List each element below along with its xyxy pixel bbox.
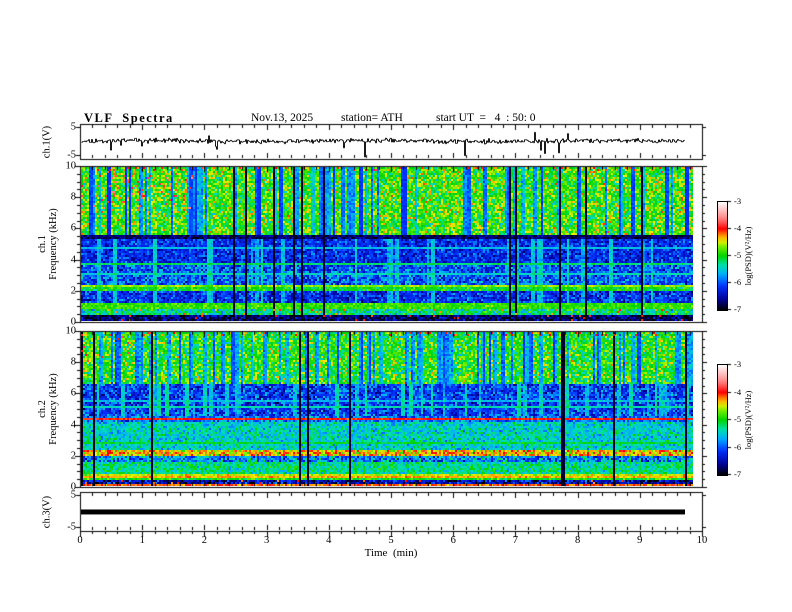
ch2-spectrogram-plot — [81, 332, 693, 486]
ch1-spectrogram-plot — [81, 167, 693, 321]
ch1-spec-ylabel-channel: ch.1 — [37, 235, 48, 253]
ch2-spec-ylabel-channel: ch.2 — [37, 400, 48, 418]
spec2-y-tick-label: 10 — [65, 325, 77, 337]
ch3-trace-plot — [81, 493, 694, 530]
x-tick-label: 1 — [139, 535, 145, 546]
colorbar-ch2-gradient — [718, 365, 727, 475]
colorbar-tick-label: -3 — [734, 196, 742, 206]
colorbar-tick-label: -7 — [734, 304, 742, 314]
x-tick-label: 6 — [450, 535, 456, 546]
x-tick-label: 8 — [574, 535, 581, 546]
x-tick-label: 3 — [263, 535, 270, 546]
time-axis-label: Time (min) — [364, 547, 418, 559]
colorbar-tick-label: -4 — [734, 223, 742, 233]
spec2-y-tick-label: 4 — [70, 419, 76, 431]
spec2-y-tick-label: 8 — [70, 356, 76, 368]
trace1-y-tick-label: -5 — [67, 149, 76, 161]
spec1-y-tick-label: 10 — [65, 160, 77, 172]
date-label: Nov.13, 2025 — [251, 112, 314, 124]
colorbar-ch1-gradient — [718, 202, 727, 310]
spec1-y-tick-label: 2 — [70, 285, 76, 297]
trace3-y-tick-label: -5 — [67, 521, 76, 533]
trace1-y-tick-label: 5 — [70, 121, 76, 133]
colorbar-tick-label: -5 — [734, 250, 742, 260]
spec2-y-tick-label: 2 — [70, 450, 76, 462]
x-tick-label: 10 — [696, 535, 708, 546]
colorbar-tick-label: -6 — [734, 441, 742, 452]
spec1-y-tick-label: 4 — [70, 254, 76, 266]
x-tick-label: 0 — [77, 535, 83, 546]
ch1-spec-ylabel-axis: Frequency (kHz) — [48, 208, 59, 280]
colorbar-tick-label: -7 — [734, 469, 742, 479]
vlf-spectra-figure: VLF Spectra Nov.13, 2025 station= ATH st… — [0, 0, 792, 612]
ch1-spec-ylabel: ch.1 Frequency (kHz) — [37, 208, 59, 279]
ch1-trace-plot — [81, 125, 694, 158]
x-tick-label: 5 — [388, 535, 394, 546]
colorbar-ch1 — [717, 201, 728, 311]
spec1-y-tick-label: 6 — [70, 222, 76, 234]
ch1-trace-ylabel: ch.1(V) — [41, 125, 53, 159]
ch2-spec-ylabel: ch.2 Frequency (kHz) — [37, 373, 59, 444]
x-tick-label: 2 — [201, 535, 208, 546]
colorbar-ch1-unit-label: log(PSD)(V²/Hz) — [743, 226, 753, 286]
spec1-y-tick-label: 8 — [70, 191, 76, 203]
x-tick-label: 7 — [512, 535, 519, 546]
colorbar-tick-label: -4 — [734, 386, 742, 397]
start-ut-label: start UT = 4 : 50: 0 — [436, 112, 536, 124]
figure-title: VLF Spectra — [84, 111, 174, 125]
colorbar-ch2-unit-label: log(PSD)(V²/Hz) — [743, 390, 753, 450]
x-tick-label: 9 — [637, 535, 643, 546]
ch2-spec-ylabel-axis: Frequency (kHz) — [48, 373, 59, 445]
colorbar-tick-label: -3 — [734, 359, 742, 369]
colorbar-tick-label: -6 — [734, 277, 742, 287]
spec2-y-tick-label: 6 — [70, 387, 76, 399]
ch3-trace-ylabel: ch.3(V) — [41, 495, 53, 529]
x-tick-label: 4 — [326, 535, 332, 546]
station-label: station= ATH — [341, 112, 403, 124]
trace3-y-tick-label: 5 — [70, 489, 76, 501]
colorbar-ch2 — [717, 364, 728, 476]
colorbar-tick-label: -5 — [734, 414, 742, 424]
